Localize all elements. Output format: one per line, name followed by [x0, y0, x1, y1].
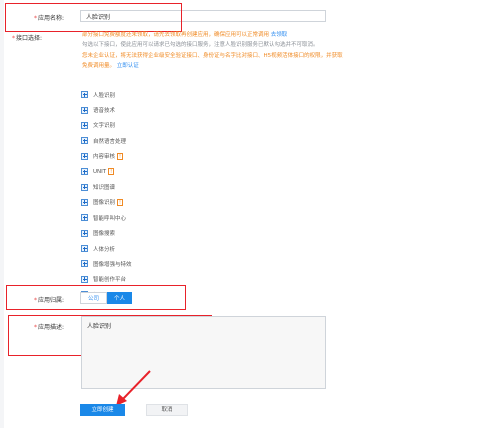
app-owner-label: *应用归属:	[33, 297, 64, 304]
checkbox-icon[interactable]	[81, 260, 88, 268]
api-checkbox-label: 人脸识别	[93, 92, 116, 99]
notice-line-3: 您未企业认证，将无法获得企业级安全验证接口、身份证与名字比对接口、H5视频活体接…	[82, 52, 343, 59]
owner-personal-option[interactable]: 个人	[107, 292, 132, 304]
checkbox-icon[interactable]	[81, 152, 88, 160]
app-desc-label: *应用描述:	[33, 324, 64, 331]
api-checkbox-item[interactable]: 语音技术	[81, 102, 132, 117]
api-select-label: *接口选择:	[12, 35, 43, 42]
left-edge-strip	[0, 0, 4, 428]
checkbox-icon[interactable]	[81, 183, 88, 191]
api-checkbox-label: 人体分析	[93, 246, 116, 253]
checkbox-icon[interactable]	[81, 275, 88, 283]
checkbox-icon[interactable]	[81, 198, 88, 206]
annotation-arrow-icon	[116, 370, 151, 406]
api-checkbox-item[interactable]: 人体分析	[81, 241, 132, 256]
checkbox-icon[interactable]	[81, 245, 88, 253]
checkbox-icon[interactable]	[81, 91, 88, 99]
api-checkbox-item[interactable]: 图像识别!	[81, 195, 132, 210]
api-checkbox-label: 知识图谱	[93, 185, 116, 192]
api-checkbox-item[interactable]: 文字识别	[81, 118, 132, 133]
info-badge-icon: !	[108, 168, 115, 176]
api-checkbox-item[interactable]: 知识图谱	[81, 179, 132, 194]
api-checkbox-label: 自然语言处理	[93, 138, 127, 145]
app-owner-toggle: 公司 个人	[80, 292, 132, 304]
checkbox-icon[interactable]	[81, 121, 88, 129]
checkbox-icon[interactable]	[81, 168, 88, 176]
api-checkbox-label: 智能创作平台	[93, 277, 127, 284]
api-checkbox-label: 语音技术	[93, 108, 116, 115]
api-checkbox-item[interactable]: 自然语言处理	[81, 133, 132, 148]
api-notice: 部分接口免费额度还未领取，请先去领取再创建应用，确保应用可以正常调用 去领取 勾…	[82, 30, 382, 72]
notice-line-4: 免费调用量。 立即认证	[82, 63, 139, 70]
api-checkbox-label: 文字识别	[93, 123, 116, 130]
api-checkbox-label: 内容审核	[93, 154, 116, 161]
owner-company-option[interactable]: 公司	[80, 292, 107, 304]
api-checkbox-label: 智能呼叫中心	[93, 215, 127, 222]
info-badge-icon: !	[117, 198, 124, 206]
create-button[interactable]: 立即创建	[80, 404, 125, 416]
api-checkbox-label: 图像增强与特效	[93, 261, 132, 268]
claim-link[interactable]: 去领取	[271, 32, 288, 38]
api-checkbox-item[interactable]: UNIT!	[81, 164, 132, 179]
api-checkbox-label: 图像识别	[93, 200, 116, 207]
api-checkbox-label: UNIT	[93, 168, 107, 175]
api-checkbox-list: 人脸识别 语音技术 文字识别 自然语言处理 内容审核! UNIT! 知识图谱 图像识别! 智能呼…	[81, 87, 132, 302]
checkbox-icon[interactable]	[81, 137, 88, 145]
checkbox-icon[interactable]	[81, 106, 88, 114]
api-checkbox-label: 图像搜索	[93, 231, 116, 238]
certify-link[interactable]: 立即认证	[117, 63, 139, 69]
api-checkbox-item[interactable]: 智能呼叫中心	[81, 210, 132, 225]
cancel-button[interactable]: 取消	[146, 404, 188, 416]
api-checkbox-item[interactable]: 内容审核!	[81, 149, 132, 164]
api-checkbox-item[interactable]: 图像搜索	[81, 226, 132, 241]
checkbox-icon[interactable]	[81, 229, 88, 237]
checkbox-icon[interactable]	[81, 214, 88, 222]
highlight-box-app-name	[5, 3, 182, 32]
info-badge-icon: !	[117, 152, 124, 160]
api-checkbox-item[interactable]: 图像增强与特效	[81, 256, 132, 271]
api-checkbox-item[interactable]: 人脸识别	[81, 87, 132, 102]
info-line-2: 勾选以下接口，使此应用可以请求已勾选的接口服务，注意人脸识别服务已默认勾选并不可…	[82, 42, 319, 49]
notice-line-1: 部分接口免费额度还未领取，请先去领取再创建应用，确保应用可以正常调用 去领取	[82, 32, 288, 38]
